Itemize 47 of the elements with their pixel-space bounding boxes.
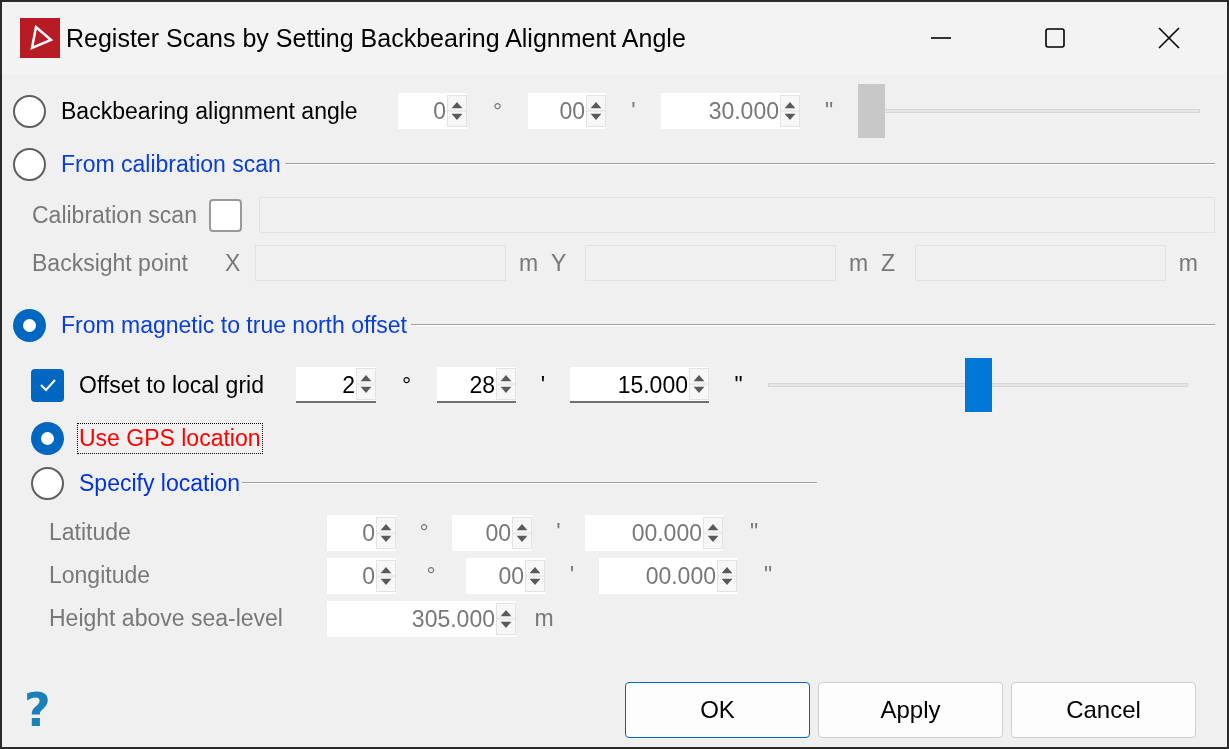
spin-box[interactable]: 15.000 <box>570 367 709 403</box>
unit-label: ° <box>418 519 430 546</box>
axis-label: X <box>225 249 242 277</box>
unit-label: ' <box>539 371 547 399</box>
checkbox[interactable] <box>31 368 64 402</box>
radio-button[interactable] <box>31 466 64 500</box>
unit-label: ° <box>491 97 504 125</box>
option-label[interactable]: Use GPS location <box>79 424 261 452</box>
slider-thumb[interactable] <box>964 358 992 412</box>
dialog-button[interactable]: Apply <box>818 682 1003 738</box>
group-label[interactable]: From magnetic to true north offset <box>61 311 407 339</box>
field-label: Height above sea-level <box>49 605 284 632</box>
help-icon[interactable]: ? <box>24 687 51 733</box>
unit-label: ' <box>555 519 562 546</box>
slider-track[interactable] <box>768 358 1188 412</box>
unit-label: m <box>533 605 555 632</box>
field-label: Latitude <box>49 519 132 546</box>
unit-label: ' <box>630 97 637 125</box>
radio-button[interactable] <box>31 421 64 455</box>
dialog-button[interactable]: OK <box>625 682 810 738</box>
spin-arrows-icon[interactable] <box>496 368 516 400</box>
spin-arrows-icon[interactable] <box>356 368 376 400</box>
unit-label: " <box>733 371 744 399</box>
unit-label: " <box>748 519 760 546</box>
unit-label: m <box>1177 249 1198 277</box>
field-label: Backsight point <box>32 249 189 277</box>
unit-label: ° <box>425 562 437 589</box>
field-label: Longitude <box>49 562 152 589</box>
axis-label: Y <box>551 249 568 277</box>
checkmark-icon <box>38 378 57 392</box>
unit-label: m <box>517 249 540 277</box>
unit-label: " <box>823 97 835 125</box>
spin-box[interactable]: 2 <box>296 367 376 403</box>
axis-label: Z <box>881 249 897 277</box>
dialog-button[interactable]: Cancel <box>1011 682 1196 738</box>
spin-box[interactable]: 28 <box>437 367 516 403</box>
unit-label: " <box>762 562 774 589</box>
app-logo-icon <box>20 18 60 58</box>
unit-label: m <box>847 249 870 277</box>
option-label[interactable]: Specify location <box>79 469 241 497</box>
option-label[interactable]: Offset to local grid <box>79 371 296 399</box>
spin-arrows-icon[interactable] <box>689 368 709 400</box>
unit-label: ' <box>568 562 576 589</box>
window-title: Register Scans by Setting Backbearing Alignment Angle <box>66 23 687 53</box>
field-label: Calibration scan <box>32 201 197 229</box>
radio-button[interactable] <box>13 308 46 342</box>
unit-label: ° <box>400 371 413 399</box>
